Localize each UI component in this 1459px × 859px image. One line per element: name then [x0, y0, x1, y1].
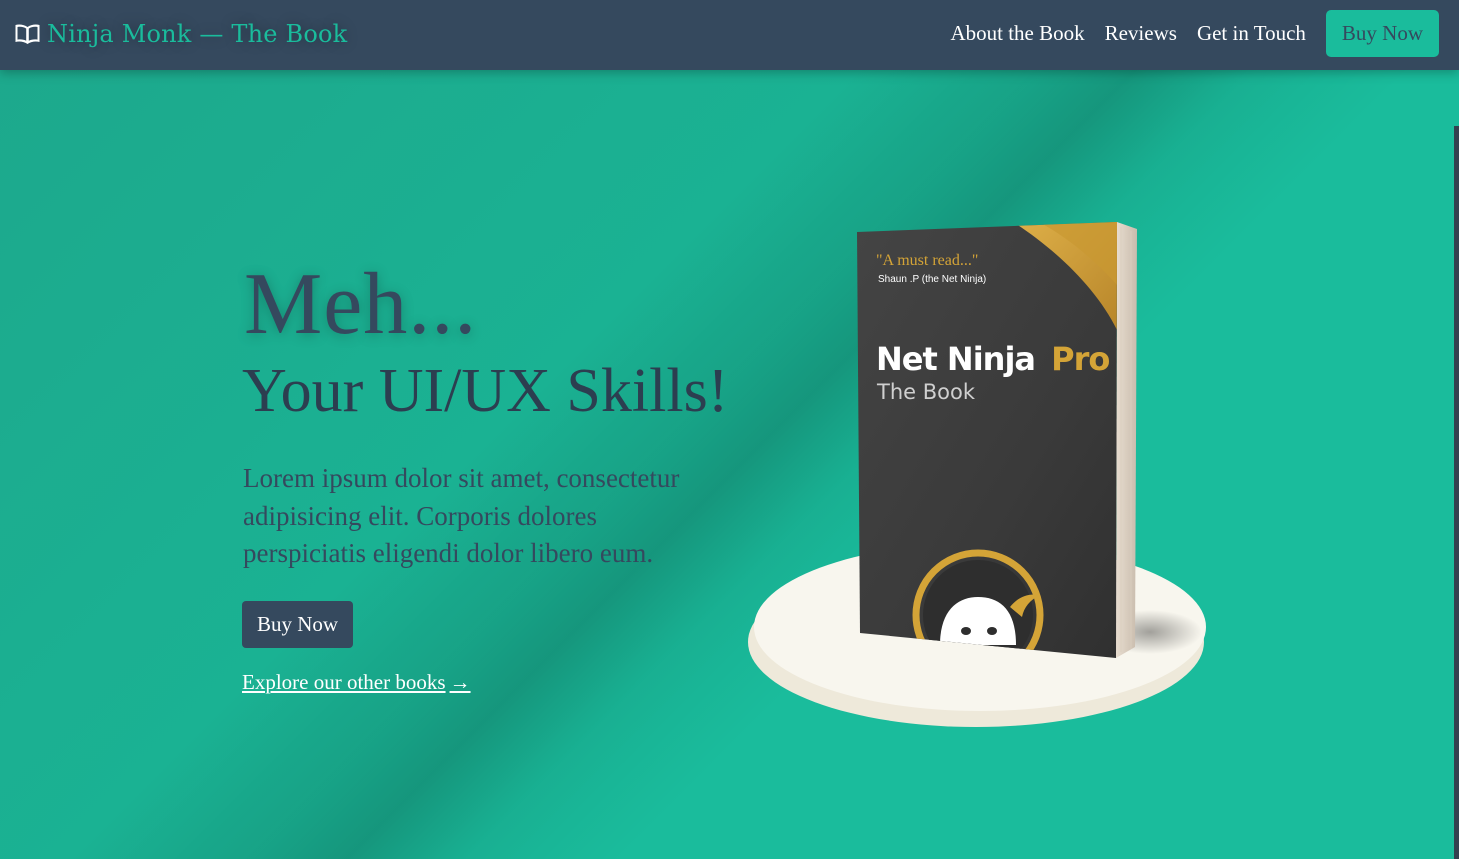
book-title-main: Net Ninja: [876, 340, 1035, 378]
book-quote-author: Shaun .P (the Net Ninja): [878, 274, 986, 285]
hero-background: [0, 0, 1459, 859]
book-subtitle: The Book: [876, 380, 976, 404]
svg-text:Net Ninja Pro: Net Ninja Pro: [876, 340, 1109, 378]
nav-link-reviews[interactable]: Reviews: [1105, 21, 1177, 46]
brand-title: Ninja Monk — The Book: [47, 20, 348, 48]
nav-links: About the Book Reviews Get in Touch Buy …: [950, 10, 1439, 57]
nav-link-about[interactable]: About the Book: [950, 21, 1084, 46]
nav-link-contact[interactable]: Get in Touch: [1197, 21, 1306, 46]
navbar: Ninja Monk — The Book About the Book Rev…: [0, 0, 1459, 70]
nav-buy-button[interactable]: Buy Now: [1325, 10, 1439, 57]
hero-description: Lorem ipsum dolor sit amet, consectetur …: [243, 463, 680, 568]
book-quote: "A must read...": [876, 252, 978, 269]
book-pages: [1116, 222, 1137, 658]
scrollbar-thumb[interactable]: [1454, 126, 1459, 859]
arrow-right-icon: →: [449, 670, 471, 694]
hero-buy-button[interactable]: Buy Now: [242, 601, 353, 648]
open-book-icon: [15, 24, 40, 44]
book-title-accent: Pro: [1051, 340, 1109, 378]
brand[interactable]: Ninja Monk — The Book: [14, 16, 347, 52]
explore-link-label: Explore our other books: [242, 670, 446, 694]
book-illustration: "A must read..." Shaun .P (the Net Ninja…: [748, 222, 1206, 727]
hero-subtitle: Your UI/UX Skills!: [242, 357, 729, 425]
hero-title: Meh...: [244, 256, 478, 353]
explore-books-link[interactable]: Explore our other books →: [242, 670, 471, 695]
